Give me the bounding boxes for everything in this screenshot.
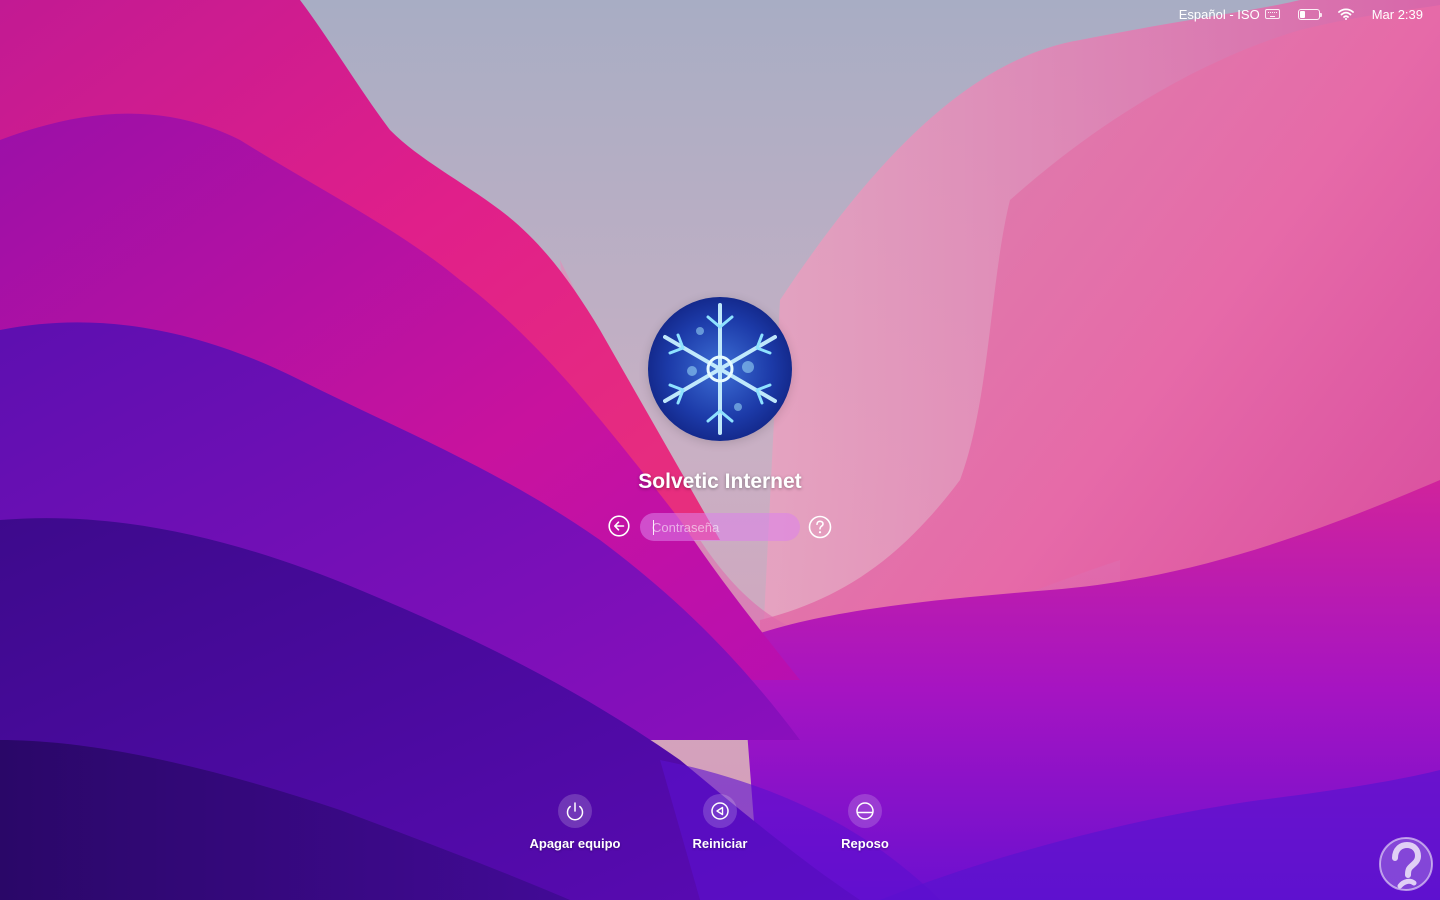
input-source-menu[interactable]: Español - ISO [1170,0,1289,28]
username-label: Solvetic Internet [638,470,802,493]
menu-bar: Español - ISO Mar 2:39 [1170,0,1440,28]
sleep-icon [856,802,874,820]
clock[interactable]: Mar 2:39 [1363,0,1432,28]
user-avatar[interactable] [648,297,792,441]
restart-circle[interactable] [703,794,737,828]
restart-icon [711,802,729,820]
shutdown-circle[interactable] [558,794,592,828]
snowflake-avatar [648,297,792,441]
sleep-label: Reposo [841,836,889,851]
password-field[interactable] [640,513,800,541]
sleep-circle[interactable] [848,794,882,828]
sleep-button[interactable]: Reposo [795,794,935,851]
text-cursor [653,520,654,535]
wifi-menu[interactable] [1329,0,1363,28]
question-circle-icon[interactable] [808,515,832,539]
shutdown-button[interactable]: Apagar equipo [505,794,645,851]
clock-label: Mar 2:39 [1371,6,1423,22]
shutdown-label: Apagar equipo [529,836,621,851]
wifi-icon [1337,8,1354,20]
battery-icon [1297,8,1322,20]
power-icon [566,802,584,821]
wallpaper [0,0,1440,900]
restart-button[interactable]: Reiniciar [650,794,790,851]
restart-label: Reiniciar [692,836,748,851]
keyboard-icon [1264,9,1280,19]
watermark-logo [1379,837,1433,891]
lock-screen: Español - ISO Mar 2:39 Solvetic Internet… [0,0,1440,900]
keyboard-layout-label: Español - ISO [1178,6,1260,22]
battery-menu[interactable] [1289,0,1329,28]
arrow-left-circle-icon[interactable] [608,515,630,537]
